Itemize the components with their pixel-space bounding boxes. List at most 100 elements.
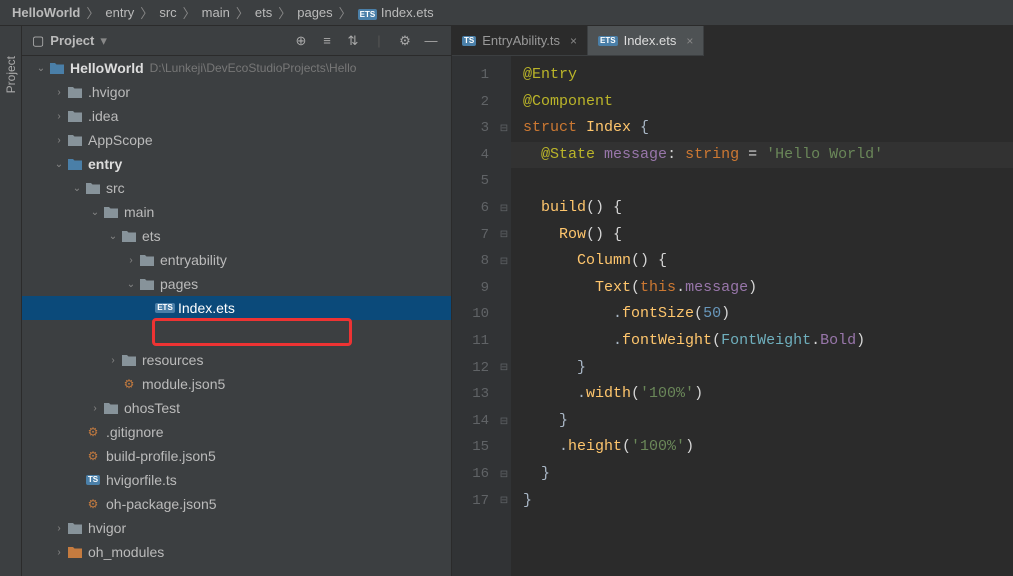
tree-row[interactable]: ⚙build-profile.json5 [22, 444, 451, 468]
tree-label: ets [142, 228, 161, 244]
tree-row[interactable]: ›ohosTest [22, 396, 451, 420]
tree-label: build-profile.json5 [106, 448, 216, 464]
minimize-icon[interactable]: — [421, 31, 441, 51]
chevron-right-icon[interactable]: › [52, 523, 66, 534]
code-line[interactable]: @Component [523, 89, 1013, 116]
chevron-down-icon[interactable]: ⌄ [106, 231, 120, 242]
chevron-right-icon[interactable]: › [124, 255, 138, 266]
code-line[interactable]: @State message: string = 'Hello World' [523, 142, 1013, 169]
tree-label: hvigorfile.ts [106, 472, 177, 488]
code-line[interactable]: Text(this.message) [523, 275, 1013, 302]
line-number: 15 [452, 434, 489, 461]
fold-marker [497, 381, 511, 408]
fold-marker[interactable]: ⊟ [497, 248, 511, 275]
code-line[interactable]: .fontSize(50) [523, 301, 1013, 328]
breadcrumb-item[interactable]: pages [297, 5, 332, 20]
tree-label: pages [160, 276, 198, 292]
code-line[interactable]: .fontWeight(FontWeight.Bold) [523, 328, 1013, 355]
fold-marker[interactable]: ⊟ [497, 461, 511, 488]
breadcrumb-item[interactable]: main [202, 5, 230, 20]
tree-row[interactable]: ›entryability [22, 248, 451, 272]
chevron-down-icon[interactable]: ⌄ [34, 63, 48, 74]
breadcrumb: HelloWorld〉entry〉src〉main〉ets〉pages〉ETS … [0, 0, 1013, 26]
code-line[interactable]: } [523, 461, 1013, 488]
tree-row[interactable]: ›hvigor [22, 516, 451, 540]
tree-row[interactable]: ⚙.gitignore [22, 420, 451, 444]
fold-marker [497, 89, 511, 116]
chevron-right-icon[interactable]: › [52, 135, 66, 146]
breadcrumb-item[interactable]: src [159, 5, 176, 20]
tree-row[interactable]: ⌄HelloWorldD:\Lunkeji\DevEcoStudioProjec… [22, 56, 451, 80]
expand-icon[interactable]: ≡ [317, 31, 337, 51]
chevron-down-icon[interactable]: ⌄ [70, 183, 84, 194]
locate-icon[interactable]: ⊕ [291, 31, 311, 51]
fold-marker[interactable]: ⊟ [497, 408, 511, 435]
close-icon[interactable]: × [686, 34, 693, 48]
code-line[interactable]: Row() { [523, 222, 1013, 249]
tree-row[interactable]: ⌄ ets [22, 224, 451, 248]
tree-row[interactable]: ›.hvigor [22, 80, 451, 104]
project-tree[interactable]: ⌄HelloWorldD:\Lunkeji\DevEcoStudioProjec… [22, 56, 451, 564]
dropdown-icon[interactable]: ▾ [100, 33, 107, 49]
code-content[interactable]: @Entry@Componentstruct Index { @State me… [511, 56, 1013, 576]
tree-row[interactable]: ⚙module.json5 [22, 372, 451, 396]
chevron-down-icon[interactable]: ⌄ [124, 279, 138, 290]
json-file-icon: ⚙ [120, 377, 138, 391]
chevron-right-icon[interactable]: › [52, 547, 66, 558]
tree-row[interactable]: ⚙oh-package.json5 [22, 492, 451, 516]
sort-icon[interactable]: ⇅ [343, 31, 363, 51]
editor-tab[interactable]: ETSIndex.ets× [588, 26, 704, 55]
chevron-right-icon[interactable]: › [106, 355, 120, 366]
tree-label: oh-package.json5 [106, 496, 217, 512]
tree-row[interactable]: ⌄ pages [22, 272, 451, 296]
chevron-right-icon[interactable]: › [52, 87, 66, 98]
code-line[interactable]: } [523, 355, 1013, 382]
code-line[interactable]: } [523, 488, 1013, 515]
chevron-right-icon[interactable]: › [52, 111, 66, 122]
tree-row[interactable]: ⌄src [22, 176, 451, 200]
chevron-right-icon[interactable]: › [88, 403, 102, 414]
fold-marker[interactable]: ⊟ [497, 355, 511, 382]
breadcrumb-item[interactable]: HelloWorld [12, 5, 80, 20]
chevron-down-icon[interactable]: ⌄ [52, 159, 66, 170]
fold-marker[interactable]: ⊟ [497, 115, 511, 142]
divider: | [369, 31, 389, 51]
folder-icon [120, 354, 138, 366]
side-tab-project[interactable]: Project [0, 26, 22, 576]
fold-marker[interactable]: ⊟ [497, 488, 511, 515]
fold-marker[interactable]: ⊟ [497, 195, 511, 222]
editor-tab[interactable]: TSEntryAbility.ts× [452, 26, 588, 55]
code-line[interactable]: Column() { [523, 248, 1013, 275]
tree-label: AppScope [88, 132, 153, 148]
editor-tabs: TSEntryAbility.ts×ETSIndex.ets× [452, 26, 704, 56]
code-line[interactable]: } [523, 408, 1013, 435]
chevron-down-icon[interactable]: ⌄ [88, 207, 102, 218]
ts-file-icon: TS [84, 475, 102, 485]
code-line[interactable]: build() { [523, 195, 1013, 222]
breadcrumb-item[interactable]: ETS Index.ets [358, 5, 434, 20]
project-panel-title: Project [50, 33, 94, 48]
gear-icon[interactable]: ⚙ [395, 31, 415, 51]
tree-row[interactable]: ⌄entry [22, 152, 451, 176]
line-number: 9 [452, 275, 489, 302]
highlight-box [152, 318, 352, 346]
line-number: 1 [452, 62, 489, 89]
code-line[interactable]: .width('100%') [523, 381, 1013, 408]
code-line[interactable]: .height('100%') [523, 434, 1013, 461]
breadcrumb-item[interactable]: ets [255, 5, 272, 20]
tree-row[interactable]: TS hvigorfile.ts [22, 468, 451, 492]
tree-row[interactable]: ›.idea [22, 104, 451, 128]
code-line[interactable]: struct Index { [523, 115, 1013, 142]
tree-row[interactable]: ›oh_modules [22, 540, 451, 564]
tree-row[interactable]: ›resources [22, 348, 451, 372]
code-line[interactable] [523, 168, 1013, 195]
close-icon[interactable]: × [570, 34, 577, 48]
tree-row[interactable]: ⌄main [22, 200, 451, 224]
code-line[interactable]: @Entry [523, 62, 1013, 89]
line-number: 17 [452, 488, 489, 515]
tree-row[interactable]: › AppScope [22, 128, 451, 152]
chevron-icon: 〉 [183, 3, 196, 22]
tree-row[interactable]: ETSIndex.ets [22, 296, 451, 320]
breadcrumb-item[interactable]: entry [105, 5, 134, 20]
fold-marker[interactable]: ⊟ [497, 222, 511, 249]
